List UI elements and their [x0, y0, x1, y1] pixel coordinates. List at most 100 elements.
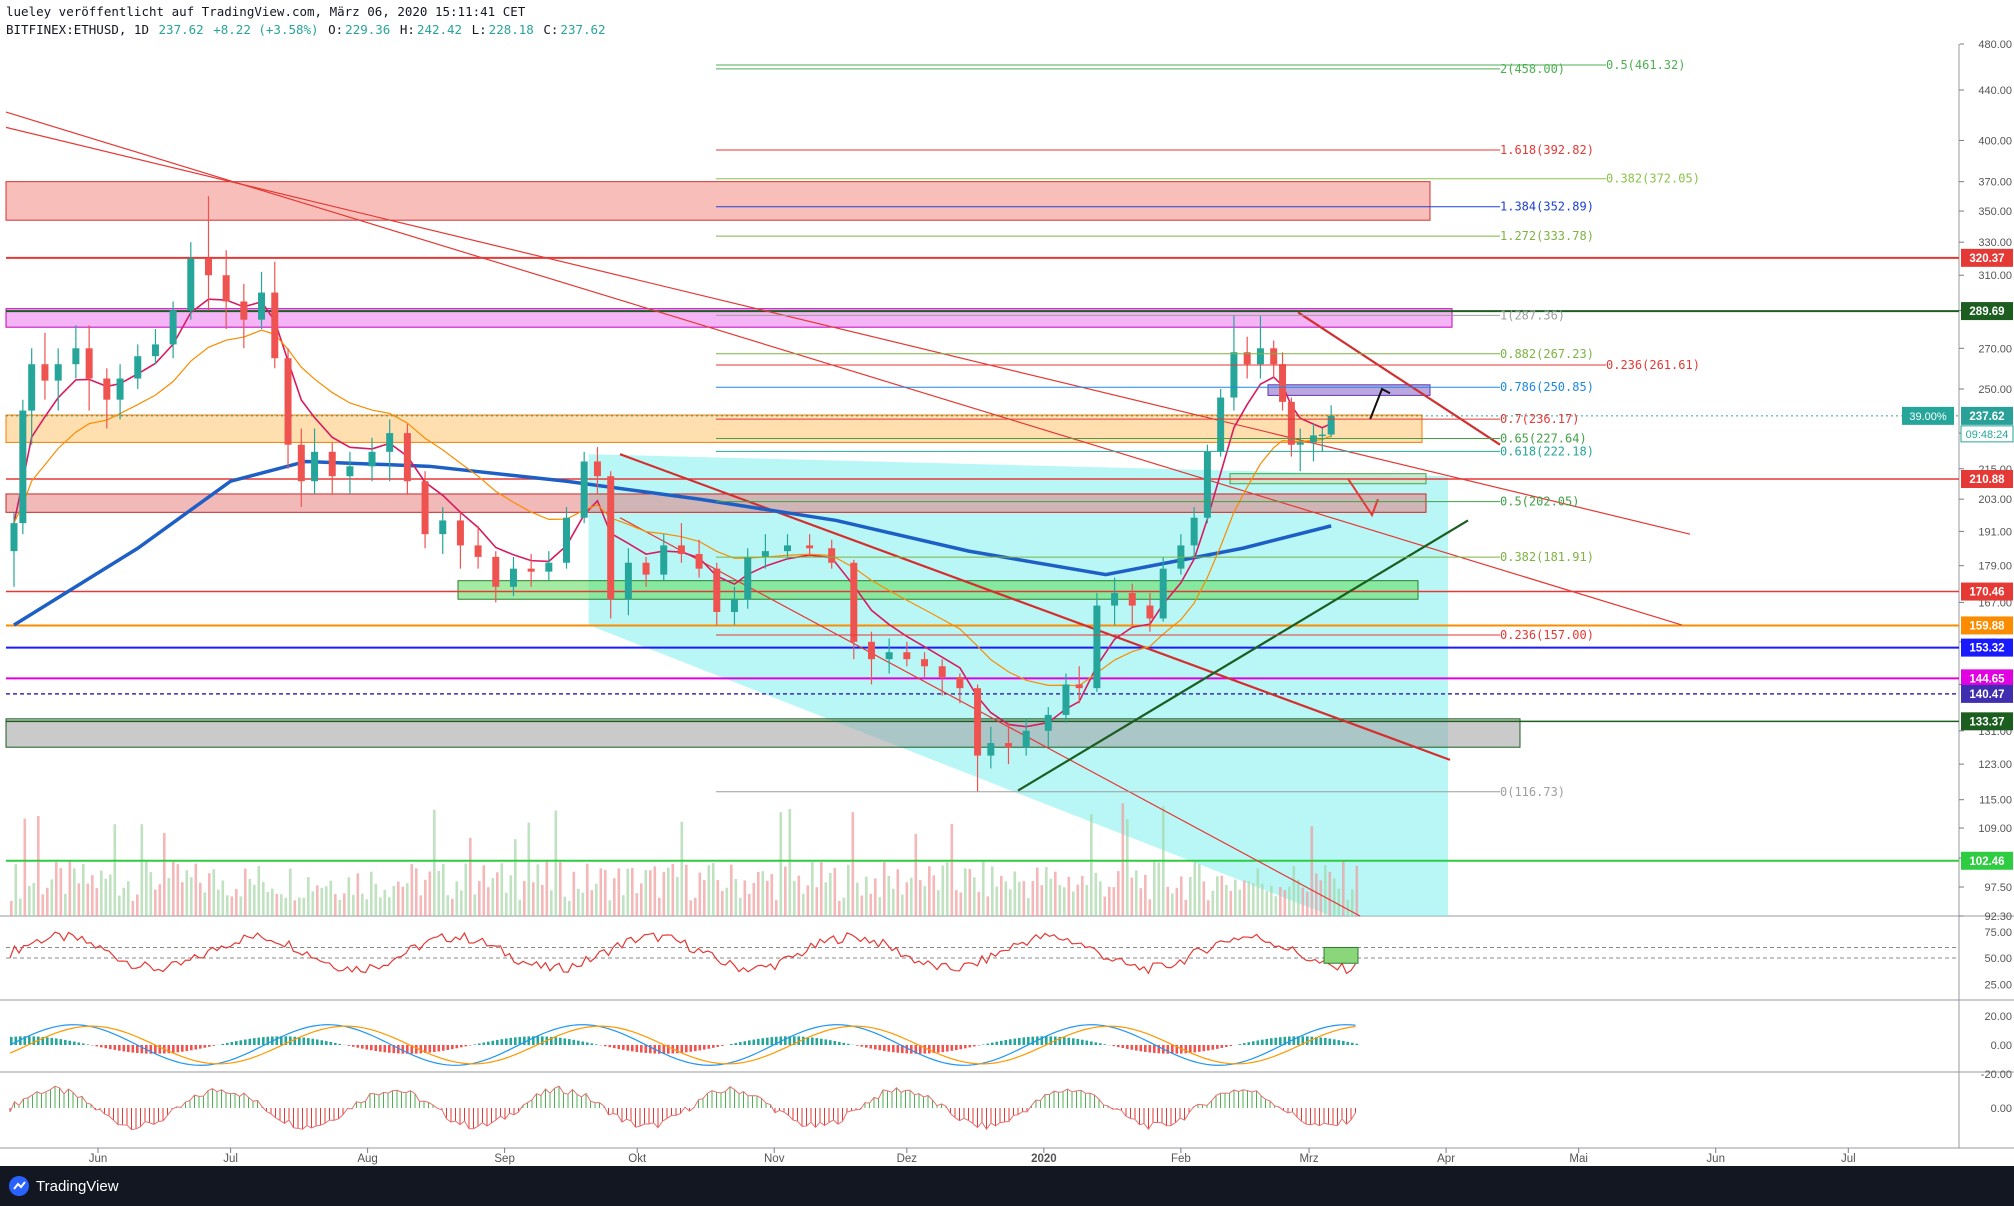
macd-histogram-bar: [968, 1045, 972, 1048]
candle-body: [116, 378, 124, 400]
macd-histogram-bar: [1117, 1045, 1120, 1048]
x-tick-label: Jul: [1841, 1153, 1856, 1165]
volume-bar: [550, 890, 553, 916]
macd-histogram-bar: [905, 1045, 909, 1054]
volume-bar: [1193, 862, 1197, 916]
macd-histogram-bar: [1022, 1037, 1026, 1045]
macd-histogram-bar: [302, 1037, 306, 1045]
price-label-text: 140.47: [1969, 689, 2004, 701]
volume-bar: [1040, 885, 1044, 916]
macd-histogram-bar: [208, 1045, 211, 1047]
volume-bar: [964, 868, 967, 916]
fib-right-2-label: 0.236(261.61): [1606, 358, 1700, 372]
volume-bar: [514, 839, 517, 916]
macd-histogram-bar: [505, 1038, 508, 1045]
volume-bar: [941, 865, 945, 916]
volume-bar: [716, 880, 720, 916]
x-tick-label: Mai: [1569, 1153, 1588, 1165]
volume-bar: [23, 818, 27, 916]
volume-bar: [464, 863, 468, 916]
volume-bar: [955, 890, 958, 916]
volume-bar: [1099, 881, 1102, 916]
volume-bar: [622, 895, 625, 916]
tradingview-logo-icon[interactable]: [8, 1175, 30, 1197]
macd-histogram-bar: [365, 1045, 369, 1050]
candle-body: [1256, 348, 1264, 365]
volume-bar: [1301, 887, 1305, 916]
candle-body: [403, 433, 411, 482]
candle-body: [456, 520, 464, 546]
macd-histogram-bar: [878, 1045, 882, 1051]
volume-bar: [995, 886, 999, 916]
volume-bar: [1243, 880, 1246, 916]
fib-ext-2-label: 1.384(352.89): [1500, 200, 1594, 214]
macd-histogram-bar: [847, 1043, 850, 1045]
volume-bar: [248, 878, 252, 916]
candle-body: [346, 466, 354, 477]
volume-bar: [973, 877, 976, 916]
macd-histogram-bar: [437, 1045, 441, 1052]
macd-histogram-bar: [824, 1039, 828, 1045]
volume-bar: [1184, 899, 1188, 916]
candle-body: [677, 545, 685, 555]
x-tick-label: Mrz: [1299, 1153, 1318, 1165]
macd-histogram-bar: [154, 1045, 157, 1054]
volume-bar: [59, 868, 63, 916]
volume-bar: [293, 900, 297, 916]
volume-bar: [1036, 867, 1039, 916]
volume-bar: [1270, 885, 1273, 916]
macd-histogram-bar: [631, 1045, 634, 1052]
fib-ret-7-label: 0.382(181.91): [1500, 550, 1594, 564]
macd-histogram-bar: [293, 1036, 297, 1045]
volume-bar: [905, 882, 909, 916]
volume-bar: [842, 897, 846, 916]
volume-bar: [815, 887, 819, 916]
candle-body: [297, 444, 305, 482]
volume-bar: [455, 881, 459, 916]
volume-bar: [1324, 865, 1327, 916]
volume-bar: [914, 834, 918, 916]
volume-bar: [1058, 885, 1062, 916]
volume-bar: [1045, 867, 1048, 916]
volume-bar: [1121, 803, 1125, 916]
volume-bar: [554, 810, 558, 916]
volume-bar: [352, 894, 355, 916]
candle-body: [607, 476, 615, 600]
price-chart[interactable]: 1(287.36) 0.882(267.23) 0.786(250.85) 0.7(2…: [0, 0, 2014, 1166]
candle-body: [1190, 517, 1198, 546]
volume-bar: [653, 866, 657, 916]
volume-bar: [451, 898, 454, 916]
volume-bar: [262, 882, 265, 916]
macd-histogram-bar: [802, 1036, 805, 1045]
volume-bar: [478, 881, 481, 916]
macd-histogram-bar: [383, 1045, 387, 1053]
macd-histogram-bar: [1126, 1045, 1129, 1049]
candle-body: [474, 545, 482, 557]
macd-histogram-bar: [1346, 1041, 1350, 1045]
volume-bar: [329, 880, 333, 916]
candle-body: [1005, 743, 1012, 748]
macd-histogram-bar: [1072, 1038, 1075, 1045]
volume-bar: [1076, 884, 1080, 916]
y-tick-label: 330.00: [1978, 237, 2012, 249]
volume-bar: [154, 889, 157, 916]
volume-bar: [127, 881, 130, 916]
volume-bar: [1261, 883, 1264, 916]
macd-histogram-bar: [1252, 1041, 1255, 1045]
candle-body: [386, 433, 394, 452]
volume-bar: [608, 900, 612, 916]
volume-bar: [631, 868, 634, 916]
volume-bar: [86, 883, 90, 916]
volume-bar: [761, 871, 765, 916]
volume-bar: [212, 869, 216, 916]
volume-bar: [253, 884, 256, 916]
volume-bar: [757, 871, 760, 916]
macd-histogram-bar: [1216, 1045, 1219, 1049]
macd-histogram-bar: [820, 1038, 823, 1045]
macd-histogram-bar: [995, 1041, 999, 1045]
volume-bar: [1175, 887, 1179, 916]
y-tick-label: 440.00: [1978, 85, 2012, 97]
macd-histogram-bar: [577, 1040, 580, 1045]
volume-bar: [1153, 861, 1156, 916]
close-label: C:: [543, 22, 559, 37]
